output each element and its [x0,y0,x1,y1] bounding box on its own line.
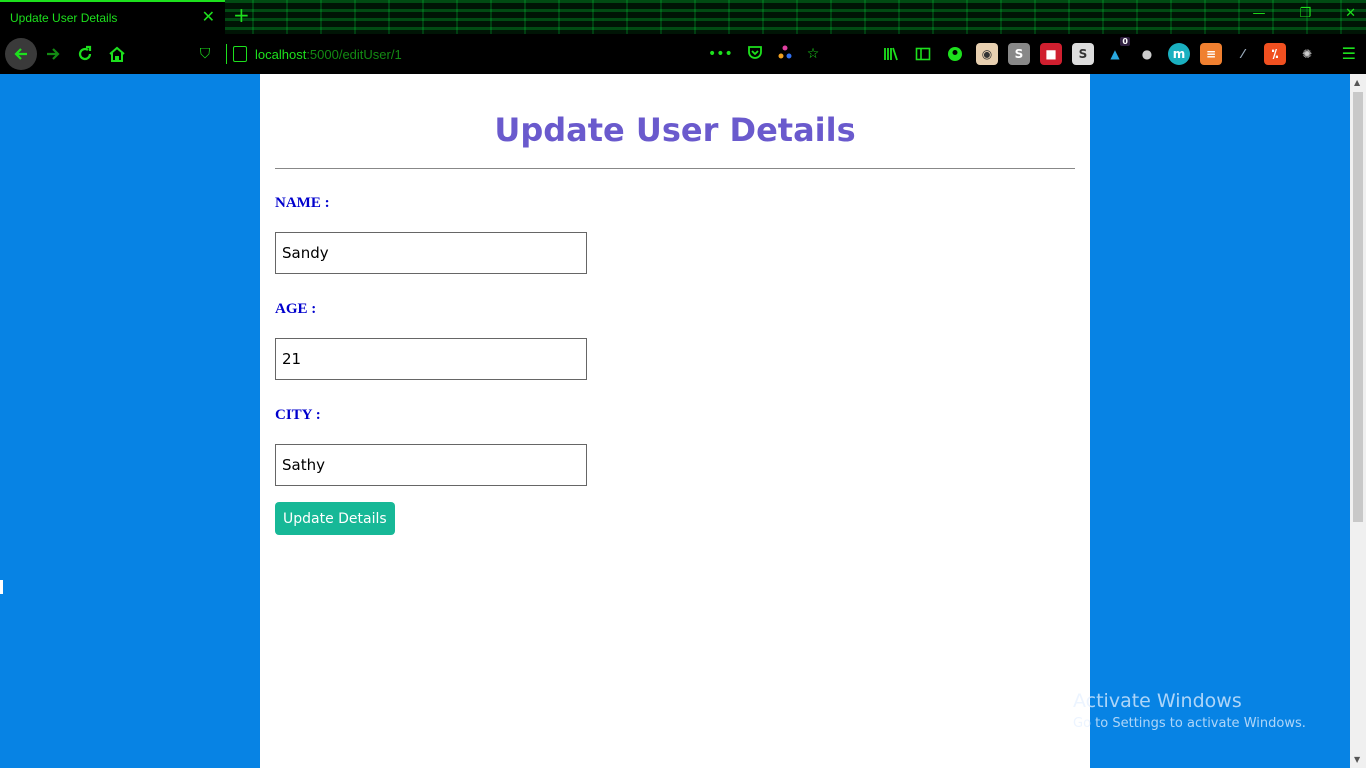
home-icon [109,46,125,62]
tab-close-icon[interactable]: ✕ [202,9,215,25]
extension-ghost-icon[interactable]: ▲ 0 [1104,37,1130,65]
extension-s-icon[interactable]: S [1008,43,1030,65]
url-separator [226,44,227,64]
left-edge-marker [0,580,3,594]
arrow-right-icon [47,48,60,60]
city-label: CITY : [275,407,321,423]
page-title: Update User Details [494,111,856,149]
extension-m-icon[interactable]: m [1168,43,1190,65]
shield-icon[interactable]: ⛉ [190,46,220,62]
scroll-down-icon[interactable]: ▼ [1354,755,1360,764]
page-icon [233,46,247,62]
close-window-icon[interactable]: ✕ [1345,6,1356,21]
city-input[interactable] [275,444,587,486]
url-path: :5000/editUser/1 [306,46,402,62]
restore-icon[interactable]: ❐ [1299,6,1311,21]
reload-button[interactable] [69,38,101,70]
vertical-scrollbar[interactable]: ▲ ▼ [1350,74,1366,768]
extension-bulb-icon[interactable]: ● [1136,43,1158,65]
pocket-icon[interactable] [747,44,763,64]
update-details-button[interactable]: Update Details [275,502,395,535]
share-icon[interactable] [777,44,793,64]
age-label: AGE : [275,301,317,317]
scroll-up-icon[interactable]: ▲ [1354,78,1360,87]
arrow-left-icon [14,48,27,60]
tab-title: Update User Details [10,11,118,25]
window-controls: — ❐ ✕ [1252,6,1356,21]
sidebar-icon[interactable] [912,43,934,65]
activate-windows-watermark: Activate Windows Go to Settings to activ… [1073,690,1306,731]
extension-lock-icon[interactable]: ■ [1040,43,1062,65]
watermark-subtitle: Go to Settings to activate Windows. [1073,716,1306,731]
reload-icon [78,45,92,61]
forward-button[interactable] [37,38,69,70]
form-container: Update User Details NAME : AGE : CITY : … [260,74,1090,768]
extension-dropper-icon[interactable]: ⁄ [1232,43,1254,65]
extension-cookie-icon[interactable]: ✺ [1296,43,1318,65]
hamburger-menu-icon[interactable]: ☰ [1342,44,1356,63]
minimize-icon[interactable]: — [1252,6,1265,21]
tab-strip: Update User Details ✕ + — ❐ ✕ [0,0,1366,34]
new-tab-button[interactable]: + [233,5,250,25]
name-label: NAME : [275,195,330,211]
tab-active[interactable]: Update User Details ✕ [0,0,225,34]
home-button[interactable] [101,38,133,70]
extensions-toolbar: ◉ S ■ S ▲ 0 ● m ≡ ⁄ ⁒ ✺ [880,34,1318,74]
page-actions-icon[interactable]: ••• [708,46,733,62]
back-button[interactable] [5,38,37,70]
bookmark-star-icon[interactable]: ☆ [807,46,820,62]
extension-s2-icon[interactable]: S [1072,43,1094,65]
library-icon[interactable] [880,43,902,65]
extension-owl-icon[interactable]: ◉ [976,43,998,65]
url-host: localhost [255,46,307,62]
url-actions: ••• ☆ [708,34,819,74]
watermark-title: Activate Windows [1073,690,1242,712]
age-input[interactable] [275,338,587,380]
title-divider [275,168,1075,169]
name-input[interactable] [275,232,587,274]
extension-translate-icon[interactable]: ⁒ [1264,43,1286,65]
scroll-thumb[interactable] [1353,92,1363,522]
extension-stack-icon[interactable]: ≡ [1200,43,1222,65]
page-viewport: Update User Details NAME : AGE : CITY : … [0,74,1350,768]
notification-badge: 0 [1120,37,1130,46]
account-icon[interactable] [944,43,966,65]
